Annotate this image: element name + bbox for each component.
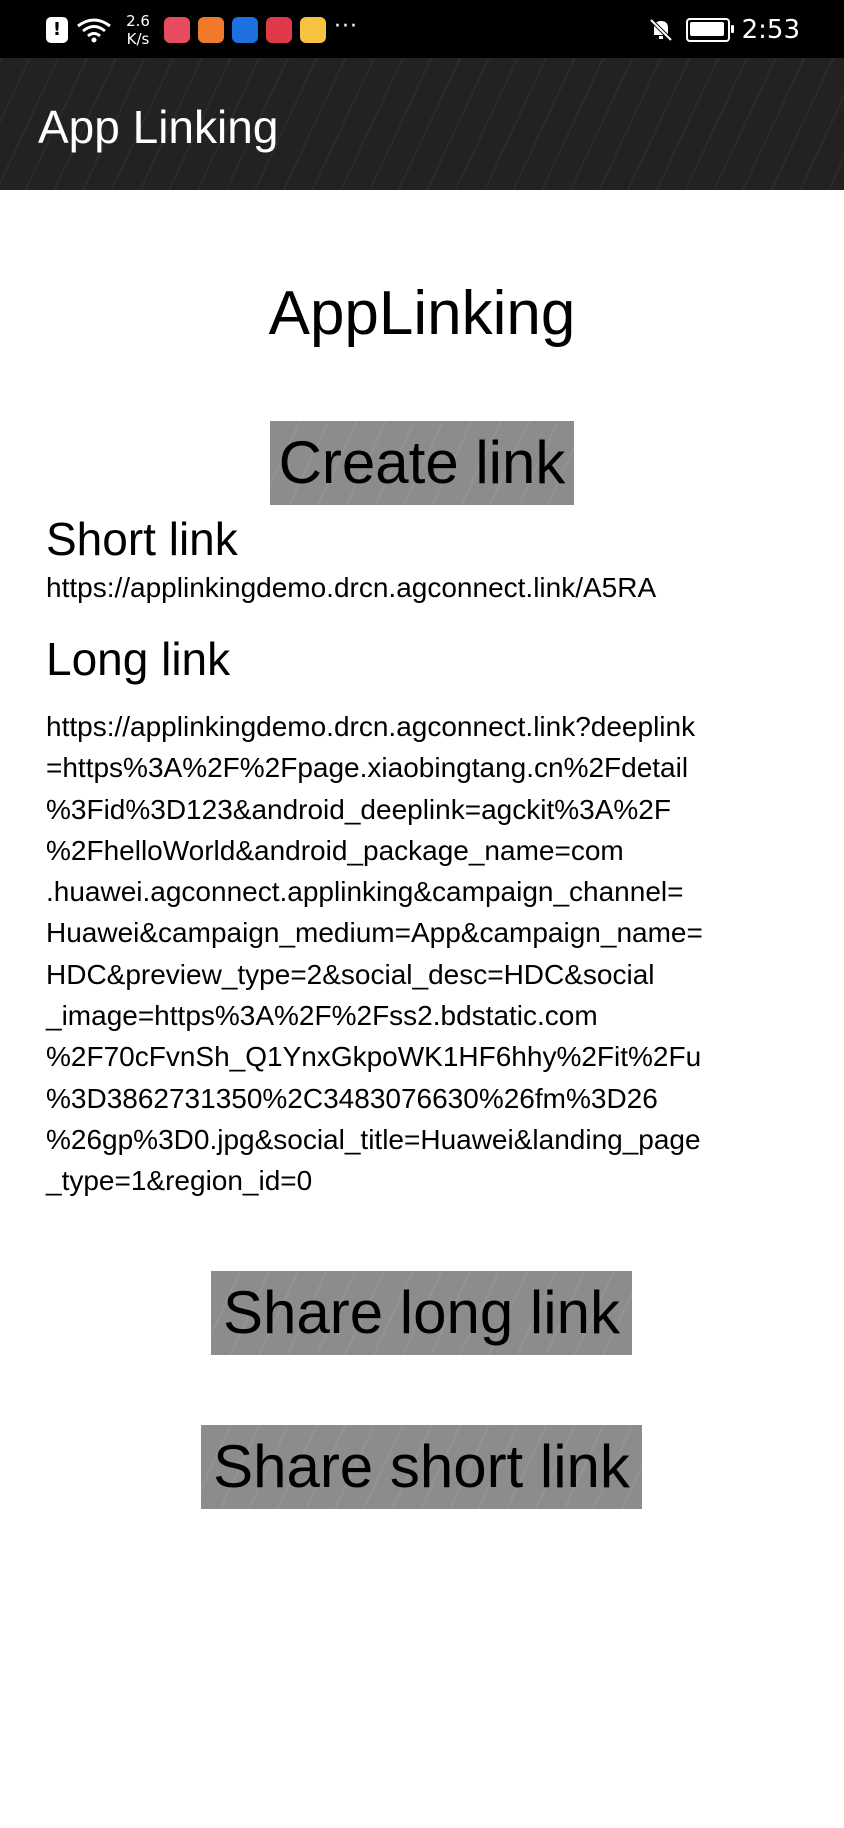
app-icon-3 xyxy=(232,17,258,43)
create-link-button[interactable]: Create link xyxy=(270,421,574,505)
short-link-label: Short link xyxy=(46,513,238,565)
more-icon: ··· xyxy=(334,13,358,39)
app-icon-4 xyxy=(266,17,292,43)
short-link-value: https://applinkingdemo.drcn.agconnect.li… xyxy=(46,572,657,603)
wifi-icon xyxy=(77,18,111,43)
clock: 2:53 xyxy=(741,15,800,45)
app-icon-2 xyxy=(198,17,224,43)
speed-value: 2.6 xyxy=(126,12,150,30)
status-bar-right: 2:53 xyxy=(648,10,800,50)
mute-icon xyxy=(649,18,673,42)
battery-charging-icon xyxy=(685,18,734,42)
share-long-link-button[interactable]: Share long link xyxy=(211,1271,632,1355)
speed-unit: K/s xyxy=(126,30,150,48)
alert-icon: ! xyxy=(46,17,68,43)
app-icon-1 xyxy=(164,17,190,43)
battery-level xyxy=(689,22,724,36)
weibo-icon xyxy=(300,17,326,43)
long-link-value: https://applinkingdemo.drcn.agconnect.li… xyxy=(46,711,703,1197)
app-title: App Linking xyxy=(38,101,279,153)
app-bar: App Linking xyxy=(0,58,844,190)
share-short-link-button[interactable]: Share short link xyxy=(201,1425,642,1509)
status-bar-left: ! 2.6 K/s ··· xyxy=(46,10,358,50)
long-link-label: Long link xyxy=(46,633,231,685)
status-bar: ! 2.6 K/s ··· 2:53 xyxy=(0,0,844,58)
page-heading: AppLinking xyxy=(268,279,576,348)
network-speed: 2.6 K/s xyxy=(120,12,156,48)
